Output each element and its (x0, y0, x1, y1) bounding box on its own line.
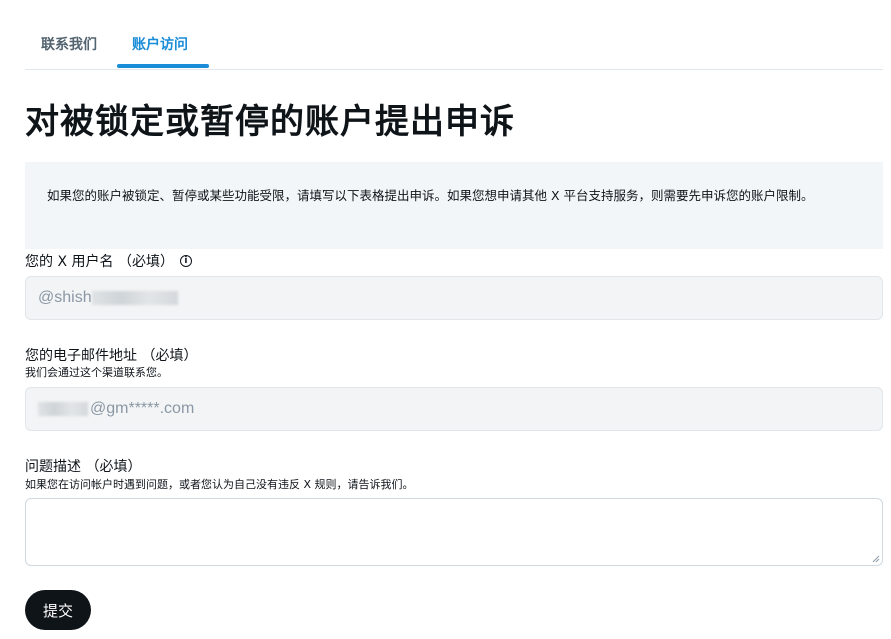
username-field[interactable]: @shish (25, 276, 883, 320)
resize-grip-icon[interactable] (872, 555, 880, 563)
redacted-email (38, 402, 88, 416)
description-label: 问题描述 （必填） (25, 459, 142, 475)
username-label-row: 您的 X 用户名 （必填） i (25, 251, 192, 271)
email-label: 您的电子邮件地址 （必填） (25, 348, 198, 364)
email-hint: 我们会通过这个渠道联系您。 (25, 366, 168, 379)
tab-account-access[interactable]: 账户访问 (132, 34, 188, 54)
page-title: 对被锁定或暂停的账户提出申诉 (25, 102, 515, 142)
info-icon[interactable]: i (179, 255, 192, 267)
email-field[interactable]: @gm*****.com (25, 387, 883, 431)
username-label: 您的 X 用户名 （必填） (25, 254, 174, 270)
tab-bar: 联系我们 账户访问 (25, 0, 883, 70)
tab-contact-us[interactable]: 联系我们 (41, 34, 97, 54)
email-value: @gm*****.com (90, 400, 195, 417)
active-tab-indicator (117, 64, 209, 68)
notice-box: 如果您的账户被锁定、暂停或某些功能受限，请填写以下表格提出申诉。如果您想申请其他… (25, 162, 883, 249)
submit-button[interactable]: 提交 (25, 590, 91, 630)
description-hint: 如果您在访问帐户时遇到问题，或者您认为自己没有违反 X 规则，请告诉我们。 (25, 478, 414, 491)
username-value: @shish (38, 289, 92, 306)
redacted-username (91, 291, 178, 305)
description-textarea[interactable] (25, 498, 883, 566)
notice-text: 如果您的账户被锁定、暂停或某些功能受限，请填写以下表格提出申诉。如果您想申请其他… (47, 188, 814, 203)
